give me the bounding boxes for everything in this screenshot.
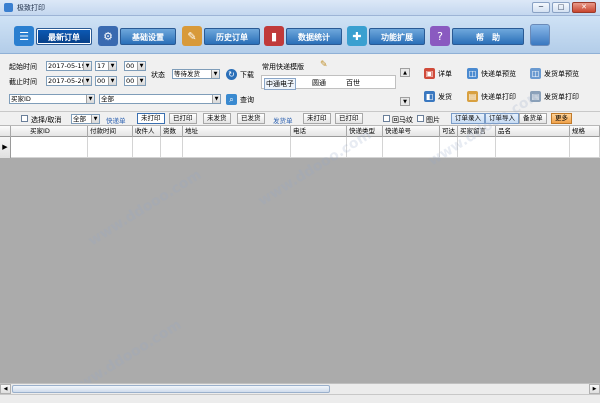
buyer-field-select[interactable]: 买家ID ▼	[9, 94, 95, 104]
grid-header: 买家ID 付款时间 收件人 资数 地址 电话 快递类型 快递单号 可达 买家留言…	[0, 126, 600, 137]
close-button[interactable]: ✕	[572, 2, 596, 13]
nav-latest-orders[interactable]: ☰ 最新订单	[14, 25, 92, 47]
nav-basic-settings[interactable]: ⚙ 基础设置	[98, 25, 176, 47]
buyer-value-select[interactable]: 全部 ▼	[99, 94, 221, 104]
shipped-button[interactable]: 已发货	[237, 113, 265, 124]
status-select[interactable]: 等待发货 ▼	[172, 69, 220, 79]
list-icon: ☰	[14, 26, 34, 46]
col-pay-time[interactable]: 付款时间	[88, 126, 133, 137]
col-product-name[interactable]: 品名	[496, 126, 570, 137]
express-preview-button[interactable]: ◫ 快递单预览	[467, 68, 516, 79]
col-buyer-message[interactable]: 买家留言	[458, 126, 496, 137]
end-hour-select[interactable]: 00 ▼	[95, 76, 117, 86]
grid-corner	[0, 126, 11, 137]
select-all-checkbox[interactable]	[21, 115, 28, 122]
minimize-button[interactable]: ─	[532, 2, 550, 13]
title-bar: 极致打印 ─ □ ✕	[0, 0, 600, 16]
ship-button[interactable]: ◧ 发货	[424, 91, 452, 102]
detail-icon: ▣	[424, 68, 435, 79]
start-minute-select[interactable]: 00 ▼	[124, 61, 146, 71]
nav-extensions[interactable]: ✚ 功能扩展	[347, 25, 425, 47]
express-print-button[interactable]: ▤ 快递单打印	[467, 91, 516, 102]
row-indicator-icon[interactable]: ▶	[0, 137, 11, 158]
invoice-printer-icon: ▤	[530, 91, 541, 102]
nav-history-orders[interactable]: ✎ 历史订单	[182, 25, 260, 47]
invoice-print-button[interactable]: ▤ 发货单打印	[530, 91, 579, 102]
invoice-preview-icon: ◫	[530, 68, 541, 79]
scroll-thumb[interactable]	[12, 385, 330, 393]
col-express-type[interactable]: 快递类型	[347, 126, 383, 137]
invoice-label: 发货单	[273, 117, 293, 125]
invoice-not-printed-button[interactable]: 未打印	[303, 113, 331, 124]
col-address[interactable]: 地址	[183, 126, 291, 137]
scroll-down-icon[interactable]: ▼	[400, 97, 410, 106]
horizontal-scrollbar[interactable]: ◀ ▶	[0, 383, 600, 394]
start-hour-select[interactable]: 17 ▼	[95, 61, 117, 71]
window-title: 极致打印	[17, 3, 45, 12]
col-buyer-id[interactable]: 买家ID	[11, 126, 88, 137]
col-phone[interactable]: 电话	[291, 126, 347, 137]
end-minute-select[interactable]: 00 ▼	[124, 76, 146, 86]
express-printed-button[interactable]: 已打印	[169, 113, 197, 124]
select-all-label: 选择/取消	[31, 116, 62, 124]
download-icon: ↻	[226, 69, 237, 80]
app-icon	[4, 3, 13, 12]
col-reachable[interactable]: 可达	[440, 126, 458, 137]
more-button[interactable]: 更多	[551, 113, 572, 124]
select-scope-select[interactable]: 全部 ▼	[71, 114, 100, 124]
not-shipped-button[interactable]: 未发货	[203, 113, 231, 124]
nav-data-stats[interactable]: ▮ 数据统计	[264, 25, 342, 47]
order-import-button[interactable]: 订单导入	[485, 113, 519, 124]
col-spec[interactable]: 规格	[570, 126, 600, 137]
express-item-best[interactable]: 百世	[346, 78, 360, 88]
end-time-label: 截止时间	[9, 78, 37, 86]
col-recipient[interactable]: 收件人	[133, 126, 161, 137]
scroll-up-icon[interactable]: ▲	[400, 68, 410, 77]
nav-help[interactable]: ? 帮 助	[430, 25, 524, 47]
express-template-list: 中通电子 圆通 百世	[261, 75, 396, 90]
status-label: 状态	[151, 71, 165, 79]
preview-icon: ◫	[467, 68, 478, 79]
invoice-printed-button[interactable]: 已打印	[335, 113, 363, 124]
col-tracking-number[interactable]: 快递单号	[383, 126, 440, 137]
status-bar	[0, 394, 600, 403]
express-item-yto[interactable]: 圆通	[312, 78, 326, 88]
scroll-left-icon[interactable]: ◀	[0, 384, 11, 394]
download-button[interactable]: ↻ 下载	[226, 69, 254, 80]
query-button[interactable]: ⌕ 查询	[226, 94, 254, 105]
edit-template-icon[interactable]: ✎	[320, 60, 328, 70]
bar-chart-icon: ▮	[264, 26, 284, 46]
main-toolbar: ☰ 最新订单 ⚙ 基础设置 ✎ 历史订单 ▮ 数据统计 ✚ 功能扩展 ? 帮 助	[0, 16, 600, 54]
invoice-preview-button[interactable]: ◫ 发货单预览	[530, 68, 579, 79]
end-date-picker[interactable]: 2017-05-26 ▼	[46, 76, 92, 86]
scroll-right-icon[interactable]: ▶	[589, 384, 600, 394]
maximize-button[interactable]: □	[552, 2, 570, 13]
image-checkbox[interactable]	[417, 115, 424, 122]
col-count[interactable]: 资数	[161, 126, 183, 137]
ship-icon: ◧	[424, 91, 435, 102]
detail-button[interactable]: ▣ 详单	[424, 68, 452, 79]
express-label: 快递单	[106, 117, 126, 125]
printer-icon: ▤	[467, 91, 478, 102]
start-date-picker[interactable]: 2017-05-19 ▼	[46, 61, 92, 71]
book-icon: ✎	[182, 26, 202, 46]
express-not-printed-button[interactable]: 未打印	[137, 113, 165, 124]
search-icon: ⌕	[226, 94, 237, 105]
gear-icon: ⚙	[98, 26, 118, 46]
order-entry-button[interactable]: 订单录入	[451, 113, 485, 124]
flag-checkbox[interactable]	[383, 115, 390, 122]
table-row[interactable]	[0, 137, 600, 158]
help-icon: ?	[430, 26, 450, 46]
flag-label: 回马纹	[392, 116, 413, 124]
puzzle-icon: ✚	[347, 26, 367, 46]
filter-panel: 起始时间 2017-05-19 ▼ 17 ▼ 00 ▼ 截止时间 2017-05-26…	[0, 54, 600, 112]
image-label: 图片	[426, 116, 440, 124]
start-time-label: 起始时间	[9, 63, 37, 71]
order-grid: 买家ID 付款时间 收件人 资数 地址 电话 快递类型 快递单号 可达 买家留言…	[0, 126, 600, 383]
app-logo-icon	[530, 24, 550, 46]
common-express-label: 常用快递模版	[262, 63, 304, 71]
backup-list-button[interactable]: 备货单	[519, 113, 547, 124]
express-item-zto[interactable]: 中通电子	[264, 78, 296, 90]
action-bar: 选择/取消 全部 ▼ 快递单 未打印 已打印 未发货 已发货 发货单 未打印 已打…	[0, 112, 600, 126]
